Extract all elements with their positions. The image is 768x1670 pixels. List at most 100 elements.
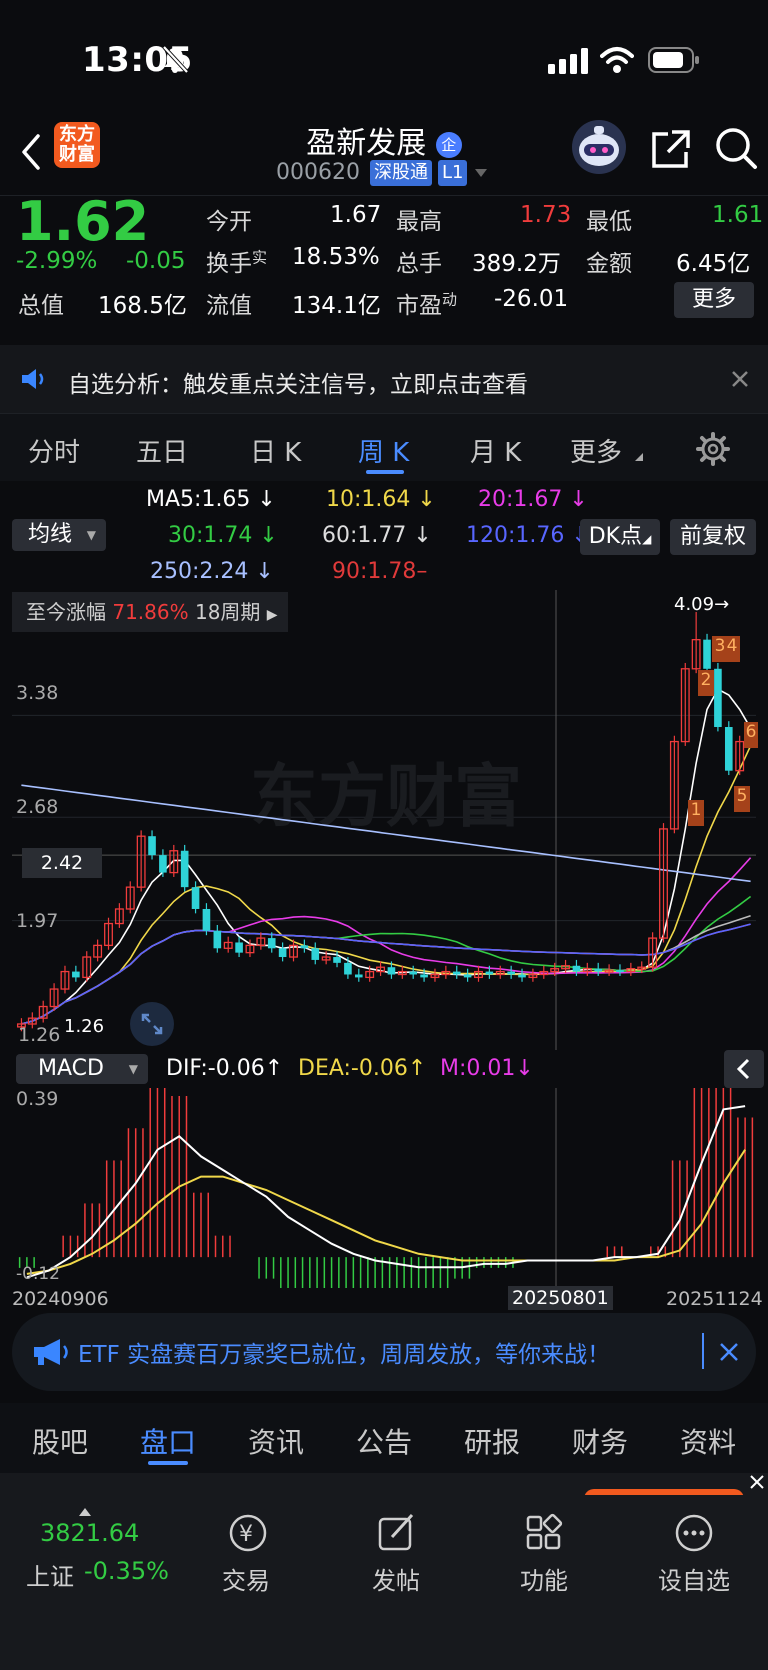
functions-icon[interactable] (522, 1511, 566, 1555)
indicator-select[interactable]: 均线 ▼ (12, 519, 106, 551)
ma30-text: 30:1.74 (168, 523, 253, 548)
chevron-down-icon[interactable] (474, 168, 488, 178)
watermark: 东方财富 (250, 758, 522, 837)
candle-body (703, 639, 711, 669)
adjust-button[interactable]: 前复权 (670, 519, 756, 555)
candle-body (72, 971, 80, 978)
tab-news[interactable]: 资讯 (248, 1421, 304, 1461)
candle-body (724, 727, 733, 771)
dk-point-label: DK点 (588, 524, 643, 549)
ma90-value: 90:1.78– (332, 559, 428, 584)
chevron-left-icon (736, 1058, 750, 1080)
mktcap-value: 168.5亿 (98, 293, 187, 319)
ma20-value: 20:1.67 ↓ (478, 487, 588, 512)
ma60-value: 60:1.77 ↓ (322, 523, 432, 548)
dea-text: DEA:-0.06 (298, 1056, 408, 1081)
low-value: 1.61 (712, 202, 764, 228)
range-info[interactable]: 至今涨幅 71.86% 18周期 ▶ (12, 592, 288, 632)
tab-announcements[interactable]: 公告 (356, 1421, 412, 1461)
tab-financials[interactable]: 财务 (572, 1421, 628, 1461)
candle-body (159, 855, 167, 873)
index-name[interactable]: 上证 (26, 1557, 74, 1592)
ma90-text: 90:1.78 (332, 559, 417, 584)
battery-icon (648, 47, 699, 73)
dk-point-button[interactable]: DK点◢ (580, 519, 660, 555)
candle-body (616, 970, 624, 973)
post-icon[interactable] (374, 1511, 418, 1555)
kline-chart[interactable]: 东方财富 (0, 590, 768, 1050)
dock-post[interactable]: 发帖 (336, 1561, 456, 1596)
high-marker: 4.09→ (674, 594, 730, 615)
macd-chart[interactable] (0, 1088, 768, 1288)
turnover-sup: 实 (252, 248, 268, 267)
stock-name-text: 盈新发展 (306, 126, 427, 161)
turnover-label: 换手实 (206, 244, 267, 278)
price-tick-1: 2.68 (16, 796, 59, 818)
low-marker: 1.26 (64, 1016, 105, 1037)
add-watchlist-icon[interactable] (672, 1511, 716, 1555)
ma120-value: 120:1.76 ↓ (466, 523, 590, 548)
m-text: M:0.01 (440, 1056, 516, 1081)
dif-text: DIF:-0.06 (166, 1056, 265, 1081)
tab-more[interactable]: 更多 (570, 432, 622, 469)
tab-weekly-k[interactable]: 周 K (358, 432, 409, 469)
robot-assistant-icon[interactable] (570, 118, 628, 176)
notice-bar[interactable]: 自选分析：触发重点关注信号，立即点击查看 (0, 345, 768, 413)
crosshair-price-label: 2.42 (22, 848, 102, 878)
speaker-icon (22, 369, 44, 389)
macd-select-label: MACD (38, 1056, 104, 1081)
tab-daily-k[interactable]: 日 K (250, 432, 301, 469)
turnover-value: 18.53% (292, 244, 380, 270)
ma250-text: 250:2.24 (150, 559, 249, 584)
tab-five-day[interactable]: 五日 (136, 432, 188, 469)
search-icon[interactable] (714, 126, 758, 170)
amount-label: 金额 (586, 251, 632, 277)
more-dropdown-icon (635, 453, 643, 461)
candle-body (354, 974, 363, 978)
share-icon[interactable] (650, 128, 692, 170)
tab-forum[interactable]: 股吧 (32, 1421, 88, 1461)
volume-value: 389.2万 (472, 251, 561, 277)
candle-body (452, 971, 461, 975)
indicator-select-chevron-icon: ▼ (86, 528, 96, 542)
turnover-label-text: 换手 (206, 251, 252, 277)
macd-top-tick: 0.39 (16, 1088, 59, 1110)
ad-banner[interactable]: ETF 实盘赛百万豪奖已就位，周周发放，等你来战！ (12, 1313, 756, 1391)
signal-label-6: 6 (744, 722, 758, 748)
index-value[interactable]: 3821.64 (40, 1519, 139, 1547)
signal-label-5: 5 (734, 786, 750, 812)
signal-label-4: 4 (724, 636, 740, 662)
volume-label: 总手 (396, 251, 442, 277)
dock-add-watchlist[interactable]: 设自选 (634, 1561, 754, 1596)
macd-header: MACD ▼ DIF:-0.06↑ DEA:-0.06↑ M:0.01↓ (0, 1050, 768, 1088)
ad-close-icon[interactable] (718, 1341, 740, 1363)
ma30-value: 30:1.74 ↓ (168, 523, 278, 548)
m-value: M:0.01↓ (440, 1056, 534, 1081)
close-icon[interactable] (730, 369, 750, 389)
tab-intraday[interactable]: 分时 (28, 432, 80, 469)
tab-profile[interactable]: 资料 (680, 1421, 736, 1461)
expand-button[interactable] (130, 1002, 174, 1046)
macd-select[interactable]: MACD ▼ (16, 1054, 148, 1084)
ma10-text: 10:1.64 (326, 487, 411, 512)
ma250-value: 250:2.24 ↓ (150, 559, 274, 584)
expand-icon (141, 1013, 163, 1035)
tab-research[interactable]: 研报 (464, 1421, 520, 1461)
more-button[interactable]: 更多 (674, 282, 754, 318)
ma-legend: 均线 ▼ MA5:1.65 ↓ 10:1.64 ↓ 20:1.67 ↓ 30:1… (0, 481, 768, 586)
settings-gear-icon[interactable] (696, 432, 730, 466)
collapse-panel-button[interactable] (724, 1050, 764, 1088)
wifi-icon (600, 47, 634, 73)
trade-icon[interactable]: ¥ (226, 1511, 270, 1555)
ma5-text: MA5:1.65 (146, 487, 251, 512)
dif-line (26, 1105, 746, 1279)
tab-monthly-k[interactable]: 月 K (470, 432, 521, 469)
index-change[interactable]: -0.35% (84, 1557, 169, 1585)
signal-label-2: 2 (698, 670, 714, 696)
tab-orderbook[interactable]: 盘口 (140, 1421, 196, 1461)
mute-bell-icon (162, 45, 189, 74)
float-close-icon[interactable] (748, 1473, 766, 1491)
date-start: 20240906 (12, 1288, 109, 1310)
dock-trade[interactable]: 交易 (186, 1561, 306, 1596)
dock-functions[interactable]: 功能 (484, 1561, 604, 1596)
